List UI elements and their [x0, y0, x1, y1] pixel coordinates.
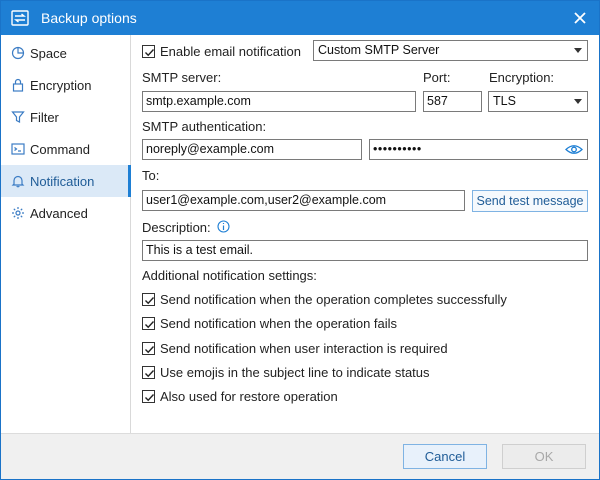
sidebar-item-filter[interactable]: Filter	[1, 101, 130, 133]
enable-email-checkbox[interactable]	[142, 45, 155, 58]
ok-button[interactable]: OK	[502, 444, 586, 469]
sidebar-item-encryption[interactable]: Encryption	[1, 69, 130, 101]
backup-options-dialog: Backup options Space Encryption Filter C…	[0, 0, 600, 480]
sidebar-item-notification[interactable]: Notification	[1, 165, 131, 197]
send-test-button[interactable]: Send test message	[472, 190, 588, 212]
enable-email-label: Enable email notification	[160, 44, 301, 59]
server-type-select[interactable]: Custom SMTP Server	[313, 40, 588, 61]
close-icon[interactable]	[571, 9, 589, 27]
port-input[interactable]: 587	[423, 91, 482, 112]
encryption-label: Encryption:	[489, 70, 555, 85]
option-restore-checkbox[interactable]	[142, 390, 155, 403]
dialog-footer: Cancel OK	[1, 433, 599, 479]
smtp-auth-label: SMTP authentication:	[142, 119, 267, 134]
password-mask: ••••••••••	[373, 142, 422, 156]
sidebar-item-label: Filter	[30, 110, 59, 125]
port-label: Port:	[423, 70, 451, 85]
option-fail-checkbox[interactable]	[142, 317, 155, 330]
lock-icon	[12, 78, 24, 92]
gear-icon	[12, 207, 24, 219]
to-input[interactable]: user1@example.com,user2@example.com	[142, 190, 465, 211]
cancel-button[interactable]: Cancel	[403, 444, 487, 469]
encryption-value: TLS	[493, 94, 516, 108]
option-fail-label: Send notification when the operation fai…	[160, 316, 398, 331]
sidebar: Space Encryption Filter Command Notifica…	[1, 35, 131, 433]
option-success-checkbox[interactable]	[142, 293, 155, 306]
window-title: Backup options	[41, 10, 137, 26]
sidebar-item-label: Encryption	[30, 78, 92, 93]
sidebar-item-label: Advanced	[30, 206, 88, 221]
option-restore-label: Also used for restore operation	[160, 389, 338, 404]
pie-chart-icon	[11, 46, 25, 60]
notification-panel: Enable email notification Custom SMTP Se…	[132, 35, 599, 433]
sidebar-item-label: Notification	[30, 174, 95, 189]
chevron-down-icon	[574, 48, 582, 53]
description-label: Description:	[142, 220, 211, 235]
description-input[interactable]: This is a test email.	[142, 240, 588, 261]
backup-app-icon	[11, 10, 29, 26]
sidebar-item-advanced[interactable]: Advanced	[1, 197, 130, 229]
bell-icon	[11, 175, 25, 188]
to-label: To:	[142, 168, 160, 183]
chevron-down-icon	[574, 99, 582, 104]
title-bar: Backup options	[1, 1, 599, 35]
sidebar-item-command[interactable]: Command	[1, 133, 130, 165]
option-emoji-label: Use emojis in the subject line to indica…	[160, 365, 430, 380]
smtp-server-input[interactable]: smtp.example.com	[142, 91, 416, 112]
smtp-server-label: SMTP server:	[142, 70, 222, 85]
encryption-select[interactable]: TLS	[488, 91, 588, 112]
info-icon[interactable]	[217, 220, 230, 233]
server-type-value: Custom SMTP Server	[318, 43, 440, 57]
terminal-icon	[11, 143, 25, 155]
additional-settings-label: Additional notification settings:	[142, 268, 317, 283]
option-emoji-checkbox[interactable]	[142, 366, 155, 379]
filter-icon	[11, 111, 25, 123]
sidebar-item-space[interactable]: Space	[1, 37, 130, 69]
auth-password-input[interactable]: ••••••••••	[369, 139, 588, 160]
auth-username-input[interactable]: noreply@example.com	[142, 139, 362, 160]
option-interaction-checkbox[interactable]	[142, 342, 155, 355]
option-interaction-label: Send notification when user interaction …	[160, 341, 448, 356]
option-success-label: Send notification when the operation com…	[160, 292, 507, 307]
show-password-icon[interactable]	[565, 143, 583, 156]
sidebar-item-label: Command	[30, 142, 90, 157]
sidebar-item-label: Space	[30, 46, 67, 61]
